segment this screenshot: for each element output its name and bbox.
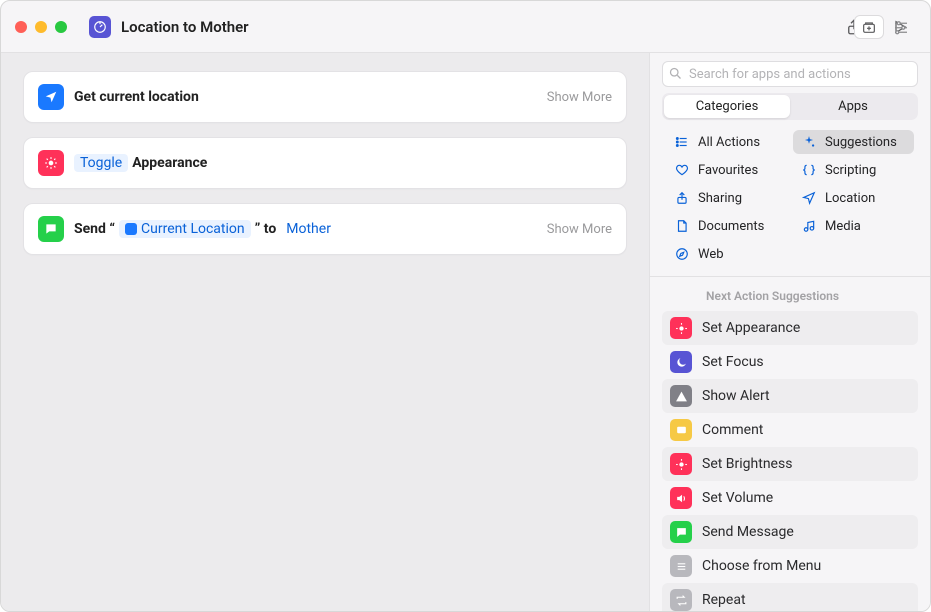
category-web[interactable]: Web	[666, 242, 787, 266]
category-label: Documents	[698, 219, 764, 234]
suggestion-label: Show Alert	[702, 388, 770, 404]
content-split: Get current location Show More Toggle Ap…	[1, 53, 930, 611]
segment-apps[interactable]: Apps	[790, 95, 916, 118]
search-field[interactable]	[662, 61, 918, 87]
braces-icon	[801, 162, 817, 178]
workflow-canvas[interactable]: Get current location Show More Toggle Ap…	[1, 53, 650, 611]
category-scripting[interactable]: Scripting	[793, 158, 914, 182]
suggestion-label: Set Appearance	[702, 320, 800, 336]
category-label: Media	[825, 219, 861, 234]
zoom-window-button[interactable]	[55, 21, 67, 33]
suggestion-show-alert[interactable]: Show Alert	[662, 379, 918, 413]
menu-icon	[670, 555, 692, 577]
step-label: Appearance	[132, 155, 207, 171]
suggestion-label: Repeat	[702, 592, 746, 608]
category-label: Web	[698, 247, 724, 262]
category-location[interactable]: Location	[793, 186, 914, 210]
sparkle-icon	[801, 134, 817, 150]
step-title: Toggle Appearance	[74, 154, 612, 172]
step-send-message[interactable]: Send “ Current Location ” to Mother Show…	[23, 203, 627, 255]
step-get-location[interactable]: Get current location Show More	[23, 71, 627, 123]
suggestion-label: Send Message	[702, 524, 794, 540]
suggestion-comment[interactable]: Comment	[662, 413, 918, 447]
show-more-button[interactable]: Show More	[547, 90, 612, 105]
suggestion-repeat[interactable]: Repeat	[662, 583, 918, 611]
divider	[650, 276, 930, 277]
suggestion-label: Comment	[702, 422, 763, 438]
moon-icon	[670, 351, 692, 373]
sidebar-top: Categories Apps All Actions Suggestions Fa…	[650, 53, 930, 276]
category-favourites[interactable]: Favourites	[666, 158, 787, 182]
step-title: Send “ Current Location ” to Mother	[74, 220, 537, 238]
shortcut-icon	[89, 16, 111, 38]
suggestion-label: Choose from Menu	[702, 558, 821, 574]
close-window-button[interactable]	[15, 21, 27, 33]
minimize-window-button[interactable]	[35, 21, 47, 33]
step-title: Get current location	[74, 89, 537, 105]
suggestion-send-message[interactable]: Send Message	[662, 515, 918, 549]
token-label: Current Location	[141, 221, 245, 237]
show-more-button[interactable]: Show More	[547, 222, 612, 237]
category-label: Scripting	[825, 163, 876, 178]
message-icon	[38, 216, 64, 242]
heart-icon	[674, 162, 690, 178]
library-segment[interactable]: Categories Apps	[662, 93, 918, 120]
share-icon	[674, 190, 690, 206]
category-all-actions[interactable]: All Actions	[666, 130, 787, 154]
category-label: Sharing	[698, 191, 742, 206]
suggestions-header: Next Action Suggestions	[662, 283, 918, 311]
recipient-token[interactable]: Mother	[280, 220, 337, 238]
suggestion-label: Set Brightness	[702, 456, 792, 472]
doc-icon	[674, 218, 690, 234]
step-label-b: ” to	[255, 221, 277, 237]
location-arrow-icon	[801, 190, 817, 206]
current-location-token[interactable]: Current Location	[119, 220, 251, 238]
settings-brightness-icon	[670, 317, 692, 339]
volume-icon	[670, 487, 692, 509]
suggestions-list: Set Appearance Set Focus Show Alert Comment…	[662, 311, 918, 611]
category-documents[interactable]: Documents	[666, 214, 787, 238]
suggestion-set-brightness[interactable]: Set Brightness	[662, 447, 918, 481]
suggestions-scroll[interactable]: Next Action Suggestions Set AppearanceSe…	[650, 283, 930, 611]
message-icon	[670, 521, 692, 543]
alert-icon	[670, 385, 692, 407]
suggestion-set-volume[interactable]: Set Volume	[662, 481, 918, 515]
category-grid: All Actions Suggestions Favourites Scriptin…	[662, 130, 918, 276]
category-label: Favourites	[698, 163, 758, 178]
settings-brightness-icon	[670, 453, 692, 475]
suggestion-set-appearance[interactable]: Set Appearance	[662, 311, 918, 345]
step-label: Get current location	[74, 89, 199, 105]
search-input[interactable]	[662, 61, 918, 87]
app-window: Location to Mother Get current location …	[0, 0, 931, 612]
step-label-a: Send “	[74, 221, 115, 237]
category-label: All Actions	[698, 135, 760, 150]
sidebar-toolbar	[650, 1, 930, 53]
category-media[interactable]: Media	[793, 214, 914, 238]
music-icon	[801, 218, 817, 234]
suggestion-label: Set Volume	[702, 490, 773, 506]
comment-icon	[670, 419, 692, 441]
settings-button[interactable]	[886, 15, 916, 39]
category-label: Location	[825, 191, 875, 206]
category-suggestions[interactable]: Suggestions	[793, 130, 914, 154]
step-toggle-appearance[interactable]: Toggle Appearance	[23, 137, 627, 189]
location-arrow-icon	[38, 84, 64, 110]
category-sharing[interactable]: Sharing	[666, 186, 787, 210]
search-icon	[668, 66, 683, 81]
library-toggle-button[interactable]	[854, 15, 884, 39]
segment-categories[interactable]: Categories	[664, 95, 790, 118]
toggle-token[interactable]: Toggle	[74, 154, 128, 172]
suggestion-label: Set Focus	[702, 354, 764, 370]
suggestion-choose-from-menu[interactable]: Choose from Menu	[662, 549, 918, 583]
list-icon	[674, 134, 690, 150]
token-marker-icon	[125, 223, 137, 235]
sidebar: Categories Apps All Actions Suggestions Fa…	[650, 53, 930, 611]
settings-brightness-icon	[38, 150, 64, 176]
safari-icon	[674, 246, 690, 262]
repeat-icon	[670, 589, 692, 611]
category-label: Suggestions	[825, 135, 897, 150]
window-controls	[11, 21, 75, 33]
suggestion-set-focus[interactable]: Set Focus	[662, 345, 918, 379]
